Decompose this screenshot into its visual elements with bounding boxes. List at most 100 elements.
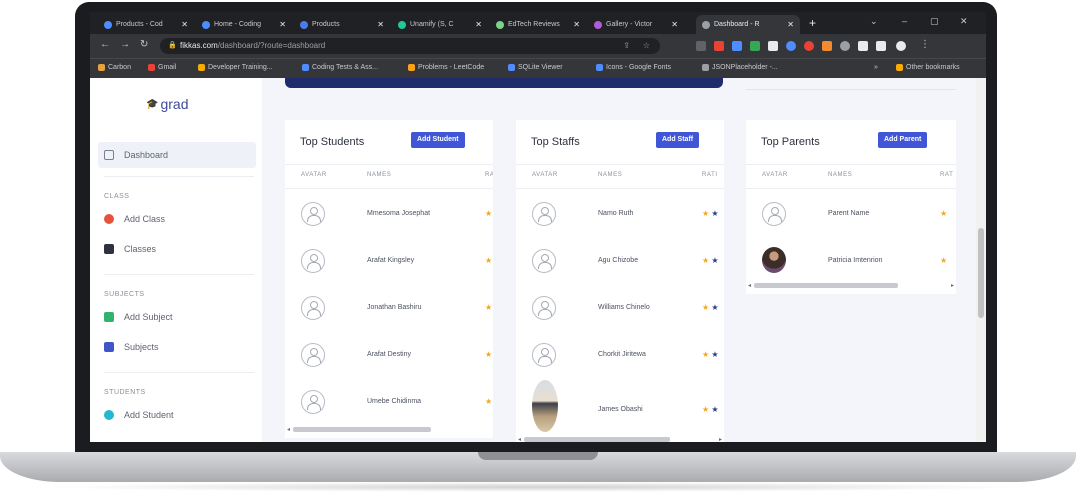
column-names: NAMES — [598, 172, 623, 178]
tab-label: Products — [312, 21, 340, 28]
table-row[interactable]: Mmesoma Josephat ★ — [285, 190, 493, 238]
extension-grid-icon[interactable] — [732, 41, 742, 51]
divider — [104, 274, 254, 275]
close-icon[interactable]: ✕ — [373, 20, 384, 29]
add-staff-button[interactable]: Add Staff — [656, 132, 700, 148]
laptop-shadow — [40, 482, 1036, 492]
sidebar-item-add-student[interactable]: Add Student — [98, 402, 256, 428]
table-row[interactable]: Arafat Kingsley ★ — [285, 237, 493, 285]
extension-fox-icon[interactable] — [822, 41, 832, 51]
scroll-left-icon[interactable]: ◂ — [748, 282, 751, 289]
tab-label: Gallery - Victor — [606, 21, 653, 28]
scroll-right-icon[interactable]: ▸ — [951, 282, 954, 289]
bookmark-other[interactable]: Other bookmarks — [896, 64, 960, 71]
extension-puzzle-icon[interactable] — [750, 41, 760, 51]
horizontal-scrollbar[interactable] — [754, 283, 898, 288]
extension-v-icon[interactable] — [768, 41, 778, 51]
subjects-icon — [104, 342, 114, 352]
sidepanel-icon[interactable] — [876, 41, 886, 51]
graduation-cap-icon: 🎓 — [146, 98, 159, 110]
scrollbar-thumb[interactable] — [978, 228, 984, 318]
extension-globe-icon[interactable] — [786, 41, 796, 51]
scroll-right-icon[interactable]: ▸ — [719, 436, 722, 442]
menu-dots-icon[interactable]: ⋮ — [920, 39, 930, 50]
close-icon[interactable]: ✕ — [569, 20, 580, 29]
tab-search-icon[interactable]: ⌄ — [870, 16, 878, 27]
browser-tab-4[interactable]: Unamify (S, C ✕ — [392, 15, 488, 34]
folder-icon — [896, 64, 903, 71]
table-row[interactable]: Arafat Destiny ★ — [285, 331, 493, 379]
tab-favicon-icon — [702, 20, 710, 29]
sidebar-item-subjects[interactable]: Subjects — [98, 334, 256, 360]
bookmark-leetcode[interactable]: Problems - LeetCode — [408, 64, 484, 71]
avatar-placeholder-icon — [301, 390, 325, 414]
sidebar-item-add-class[interactable]: Add Class — [98, 206, 256, 232]
close-icon[interactable]: ✕ — [471, 20, 482, 29]
address-bar[interactable]: 🔒 fikkas.com/dashboard/?route=dashboard … — [160, 38, 660, 54]
table-row[interactable]: Parent Name ★ — [746, 190, 956, 238]
bookmark-jsonplaceholder[interactable]: JSONPlaceholder -... — [702, 64, 778, 71]
tab-label: Products - Cod — [116, 21, 163, 28]
vertical-scrollbar[interactable] — [976, 78, 986, 442]
window-close-icon[interactable]: ✕ — [960, 16, 968, 27]
add-parent-button[interactable]: Add Parent — [878, 132, 928, 148]
extension-target-icon[interactable] — [840, 41, 850, 51]
divider — [516, 164, 724, 165]
divider — [104, 176, 254, 177]
scroll-left-icon[interactable]: ◂ — [287, 426, 290, 433]
horizontal-scrollbar[interactable] — [524, 437, 670, 442]
star-bookmark-icon[interactable]: ☆ — [643, 38, 650, 54]
sidebar-item-dashboard[interactable]: Dashboard — [98, 142, 256, 168]
table-row[interactable]: Chorkit Jiritewa ★ ★ — [516, 331, 724, 379]
browser-tab-active[interactable]: Dashboard - R ✕ — [696, 15, 800, 34]
avatar-placeholder-icon — [532, 202, 556, 226]
table-row[interactable]: Namo Ruth ★ ★ — [516, 190, 724, 238]
sidebar-item-add-subject[interactable]: Add Subject — [98, 304, 256, 330]
extension-pen-icon[interactable] — [696, 41, 706, 51]
maximize-icon[interactable]: ▢ — [930, 16, 939, 27]
bookmark-developer-training[interactable]: Developer Training... — [198, 64, 273, 71]
close-icon[interactable]: ✕ — [177, 20, 188, 29]
close-icon[interactable]: ✕ — [783, 20, 794, 29]
bookmark-icon — [198, 64, 205, 71]
column-avatar: AVATAR — [532, 172, 558, 178]
browser-tab-5[interactable]: EdTech Reviews ✕ — [490, 15, 586, 34]
bookmark-carbon[interactable]: Carbon — [98, 64, 131, 71]
reload-icon[interactable]: ↻ — [140, 39, 148, 50]
table-row[interactable]: Patricia Imtenrion ★ — [746, 237, 956, 285]
new-tab-button[interactable]: + — [809, 16, 816, 30]
forward-icon[interactable]: → — [120, 39, 130, 50]
bookmarks-more[interactable]: » — [874, 64, 878, 71]
browser-tab-2[interactable]: Home - Coding ✕ — [196, 15, 292, 34]
gmail-icon — [148, 64, 155, 71]
bookmark-gmail[interactable]: Gmail — [148, 64, 176, 71]
extension-pin-icon[interactable] — [714, 41, 724, 51]
table-row[interactable]: Agu Chizobe ★ ★ — [516, 237, 724, 285]
close-icon[interactable]: ✕ — [667, 20, 678, 29]
bookmark-google-fonts[interactable]: Icons - Google Fonts — [596, 64, 671, 71]
back-icon[interactable]: ← — [100, 39, 110, 50]
browser-tab-3[interactable]: Products ✕ — [294, 15, 390, 34]
add-student-button[interactable]: Add Student — [411, 132, 465, 148]
extension-record-icon[interactable] — [804, 41, 814, 51]
extensions-puzzle-icon[interactable] — [858, 41, 868, 51]
close-icon[interactable]: ✕ — [275, 20, 286, 29]
profile-icon[interactable] — [896, 41, 906, 51]
browser-tab-1[interactable]: Products - Cod ✕ — [98, 15, 194, 34]
horizontal-scrollbar[interactable] — [293, 427, 431, 432]
table-row[interactable]: Williams Chinelo ★ ★ — [516, 284, 724, 332]
table-row[interactable]: Umebe Chidinma ★ — [285, 378, 493, 426]
minimize-icon[interactable]: – — [902, 16, 907, 26]
scroll-left-icon[interactable]: ◂ — [518, 436, 521, 442]
share-icon[interactable]: ⇪ — [623, 38, 630, 54]
table-row[interactable]: Jonathan Bashiru ★ — [285, 284, 493, 332]
row-name: Mmesoma Josephat — [367, 210, 431, 217]
browser-tab-6[interactable]: Gallery - Victor ✕ — [588, 15, 684, 34]
sidebar-item-classes[interactable]: Classes — [98, 236, 256, 262]
column-avatar: AVATAR — [762, 172, 788, 178]
table-row[interactable]: James Obashi ★ ★ — [516, 378, 724, 436]
bookmark-coding-tests[interactable]: Coding Tests & Ass... — [302, 64, 378, 71]
app-logo[interactable]: 🎓 grad — [146, 96, 188, 112]
avatar-placeholder-icon — [532, 249, 556, 273]
bookmark-sqlite-viewer[interactable]: SQLite Viewer — [508, 64, 563, 71]
